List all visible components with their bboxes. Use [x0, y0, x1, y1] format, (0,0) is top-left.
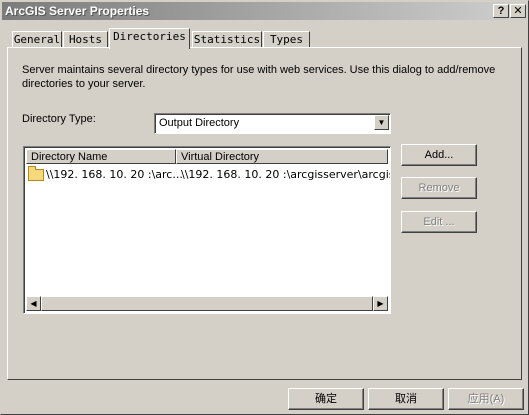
- column-header-directory-name[interactable]: Directory Name: [26, 149, 176, 164]
- add-button[interactable]: Add...: [401, 144, 477, 166]
- remove-button[interactable]: Remove: [401, 177, 477, 199]
- tab-hosts[interactable]: Hosts: [63, 31, 108, 48]
- directories-list[interactable]: Directory Name Virtual Directory \\192. …: [23, 146, 391, 314]
- tab-general[interactable]: General: [12, 31, 62, 48]
- directory-type-select[interactable]: Output Directory ▼: [154, 113, 391, 134]
- help-button[interactable]: ?: [493, 4, 509, 18]
- window-title: ArcGIS Server Properties: [5, 4, 150, 18]
- title-bar[interactable]: ArcGIS Server Properties ? ✕: [2, 2, 527, 20]
- directories-description: Server maintains several directory types…: [22, 64, 496, 90]
- column-header-virtual-directory[interactable]: Virtual Directory: [176, 149, 388, 164]
- list-item[interactable]: \\192. 168. 10. 20 :\arc... \\192. 168. …: [26, 166, 390, 183]
- close-button[interactable]: ✕: [510, 4, 526, 18]
- tab-directories[interactable]: Directories: [109, 28, 190, 49]
- directory-type-label: Directory Type:: [22, 113, 96, 125]
- properties-dialog: ArcGIS Server Properties ? ✕ General Hos…: [0, 0, 529, 415]
- scroll-thumb[interactable]: [41, 296, 373, 311]
- horizontal-scrollbar[interactable]: ◀ ▶: [26, 296, 388, 311]
- scroll-left-icon[interactable]: ◀: [26, 296, 41, 311]
- chevron-down-icon[interactable]: ▼: [374, 115, 389, 130]
- folder-icon: [28, 166, 44, 181]
- apply-button[interactable]: 应用(A): [448, 388, 524, 410]
- tab-statistics[interactable]: Statistics: [192, 31, 262, 48]
- tab-types[interactable]: Types: [263, 31, 310, 48]
- virtual-directory-cell: \\192. 168. 10. 20 :\arcgisserver\arcgis…: [181, 168, 391, 181]
- cancel-button[interactable]: 取消: [368, 388, 444, 410]
- edit-button[interactable]: Edit ...: [401, 211, 477, 233]
- directory-name-cell: \\192. 168. 10. 20 :\arc...: [46, 168, 183, 181]
- directory-type-value: Output Directory: [159, 117, 240, 129]
- ok-button[interactable]: 确定: [288, 388, 364, 410]
- scroll-right-icon[interactable]: ▶: [373, 296, 388, 311]
